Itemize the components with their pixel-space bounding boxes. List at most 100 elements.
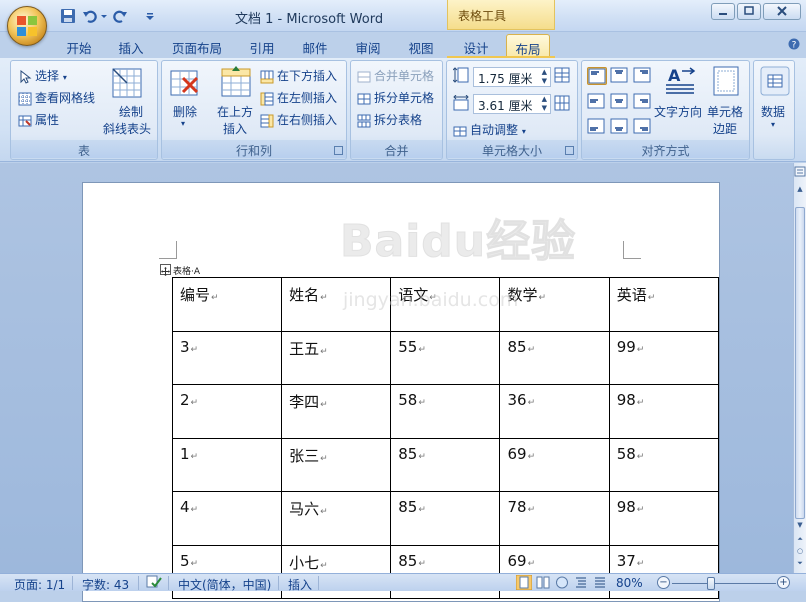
table-cell[interactable]: 2↵ bbox=[171, 384, 283, 439]
tab-view[interactable]: 视图 bbox=[402, 34, 440, 58]
delete-dropdown-icon[interactable]: ▾ bbox=[181, 119, 185, 128]
distribute-rows-icon[interactable] bbox=[554, 67, 570, 86]
cell-margins-label-2[interactable]: 边距 bbox=[713, 120, 737, 137]
column-width-input[interactable]: 3.61 厘米 ▲ ▼ bbox=[473, 94, 551, 114]
table-cell[interactable]: 69↵ bbox=[499, 437, 610, 492]
vertical-scrollbar[interactable]: ▲ ▼ ⏶ ○ ⏷ bbox=[793, 163, 806, 573]
zoom-out-icon[interactable]: − bbox=[657, 576, 670, 589]
align-top-right-button[interactable] bbox=[633, 67, 653, 85]
table-cell[interactable]: 99↵ bbox=[608, 330, 720, 385]
select-button[interactable]: 选择 ▾ bbox=[18, 67, 67, 84]
proofing-icon[interactable] bbox=[146, 575, 162, 592]
close-button[interactable] bbox=[763, 3, 801, 20]
table-cell[interactable]: 英语↵ bbox=[608, 277, 720, 332]
zoom-slider-thumb[interactable] bbox=[707, 577, 715, 590]
view-gridlines-button[interactable]: 查看网格线 bbox=[18, 89, 95, 106]
next-page-icon[interactable]: ⏷ bbox=[794, 559, 806, 572]
table-cell[interactable]: 58↵ bbox=[390, 384, 501, 439]
table-cell[interactable]: 36↵ bbox=[499, 384, 610, 439]
cell-size-launcher-icon[interactable] bbox=[565, 146, 574, 155]
view-web-layout-icon[interactable] bbox=[554, 575, 570, 593]
ruler-toggle-icon[interactable] bbox=[794, 165, 806, 178]
save-icon[interactable] bbox=[60, 8, 76, 24]
table-cell[interactable]: 王五↵ bbox=[281, 330, 392, 385]
table-cell[interactable]: 1↵ bbox=[171, 437, 283, 492]
delete-button[interactable]: 删除 bbox=[173, 103, 197, 120]
cell-margins-label-1[interactable]: 单元格 bbox=[707, 103, 743, 120]
tab-page-layout[interactable]: 页面布局 bbox=[166, 34, 228, 58]
restore-button[interactable] bbox=[737, 3, 761, 20]
tab-insert[interactable]: 插入 bbox=[112, 34, 150, 58]
table-cell[interactable]: 编号↵ bbox=[171, 277, 283, 332]
table-cell[interactable]: 张三↵ bbox=[281, 437, 392, 492]
tab-layout[interactable]: 布局 bbox=[506, 34, 550, 58]
text-direction-label[interactable]: 文字方向 bbox=[654, 103, 702, 120]
insert-above-label-1[interactable]: 在上方 bbox=[217, 103, 253, 120]
ribbon-help-icon[interactable]: ? bbox=[788, 38, 800, 53]
zoom-level[interactable]: 80% bbox=[616, 576, 643, 590]
undo-icon[interactable] bbox=[82, 8, 98, 24]
align-middle-left-button[interactable] bbox=[587, 93, 607, 111]
insert-above-icon[interactable] bbox=[220, 66, 252, 98]
insert-mode-indicator[interactable]: 插入 bbox=[288, 576, 312, 593]
draw-diagonal-header-icon[interactable] bbox=[111, 67, 143, 99]
align-top-center-button[interactable] bbox=[610, 67, 630, 85]
table-cell[interactable]: 98↵ bbox=[608, 491, 720, 546]
table-cell[interactable]: 55↵ bbox=[390, 330, 501, 385]
scroll-up-icon[interactable]: ▲ bbox=[794, 185, 806, 198]
table-cell[interactable]: 4↵ bbox=[171, 491, 283, 546]
table-cell[interactable]: 3↵ bbox=[171, 330, 283, 385]
table-cell[interactable]: 85↵ bbox=[499, 330, 610, 385]
align-middle-right-button[interactable] bbox=[633, 93, 653, 111]
office-button[interactable] bbox=[7, 6, 47, 46]
insert-right-button[interactable]: 在右侧插入 bbox=[260, 111, 337, 128]
delete-table-icon[interactable] bbox=[169, 68, 201, 100]
page-count[interactable]: 页面: 1/1 bbox=[14, 576, 65, 593]
insert-below-button[interactable]: 在下方插入 bbox=[260, 67, 337, 84]
data-icon[interactable] bbox=[759, 65, 791, 97]
tab-references[interactable]: 引用 bbox=[243, 34, 281, 58]
align-bottom-right-button[interactable] bbox=[633, 118, 653, 136]
align-bottom-center-button[interactable] bbox=[610, 118, 630, 136]
table-cell[interactable]: 98↵ bbox=[608, 384, 720, 439]
split-table-button[interactable]: 拆分表格 bbox=[357, 111, 422, 128]
tab-review[interactable]: 审阅 bbox=[349, 34, 387, 58]
text-direction-icon[interactable]: A bbox=[664, 65, 696, 97]
tab-mailings[interactable]: 邮件 bbox=[296, 34, 334, 58]
view-print-layout-icon[interactable] bbox=[515, 574, 533, 593]
align-center-button[interactable] bbox=[610, 93, 630, 111]
cell-margins-icon[interactable] bbox=[711, 65, 743, 97]
row-height-spinner-icon[interactable]: ▲ ▼ bbox=[542, 68, 547, 86]
merge-cells-button[interactable]: 合并单元格 bbox=[357, 67, 434, 84]
row-height-input[interactable]: 1.75 厘米 ▲ ▼ bbox=[473, 67, 551, 87]
scroll-down-icon[interactable]: ▼ bbox=[794, 521, 806, 534]
insert-above-label-2[interactable]: 插入 bbox=[223, 120, 247, 137]
customize-qat-icon[interactable] bbox=[145, 8, 155, 24]
rows-columns-launcher-icon[interactable] bbox=[334, 146, 343, 155]
zoom-in-icon[interactable]: + bbox=[777, 576, 790, 589]
data-button[interactable]: 数据 bbox=[761, 103, 785, 120]
align-top-left-button[interactable] bbox=[587, 67, 607, 85]
align-bottom-left-button[interactable] bbox=[587, 118, 607, 136]
tab-design[interactable]: 设计 bbox=[456, 34, 496, 58]
zoom-slider-track[interactable] bbox=[672, 583, 776, 584]
autofit-button[interactable]: 自动调整 ▾ bbox=[453, 121, 526, 138]
column-width-spinner-icon[interactable]: ▲ ▼ bbox=[542, 95, 547, 113]
view-draft-icon[interactable] bbox=[592, 575, 608, 593]
tab-home[interactable]: 开始 bbox=[60, 34, 98, 58]
table-cell[interactable]: 78↵ bbox=[499, 491, 610, 546]
table-properties-button[interactable]: 属性 bbox=[18, 111, 59, 128]
word-count[interactable]: 字数: 43 bbox=[82, 576, 129, 593]
table-cell[interactable]: 85↵ bbox=[390, 437, 501, 492]
language-indicator[interactable]: 中文(简体，中国) bbox=[178, 576, 271, 593]
insert-left-button[interactable]: 在左侧插入 bbox=[260, 89, 337, 106]
table-move-handle-icon[interactable] bbox=[160, 264, 171, 276]
table-cell[interactable]: 85↵ bbox=[390, 491, 501, 546]
view-outline-icon[interactable] bbox=[573, 575, 589, 593]
distribute-columns-icon[interactable] bbox=[554, 95, 570, 114]
split-cells-button[interactable]: 拆分单元格 bbox=[357, 89, 434, 106]
table-cell[interactable]: 58↵ bbox=[608, 437, 720, 492]
undo-dropdown-icon[interactable] bbox=[100, 8, 108, 24]
table-cell[interactable]: 马六↵ bbox=[281, 491, 392, 546]
view-full-screen-icon[interactable] bbox=[535, 575, 551, 593]
